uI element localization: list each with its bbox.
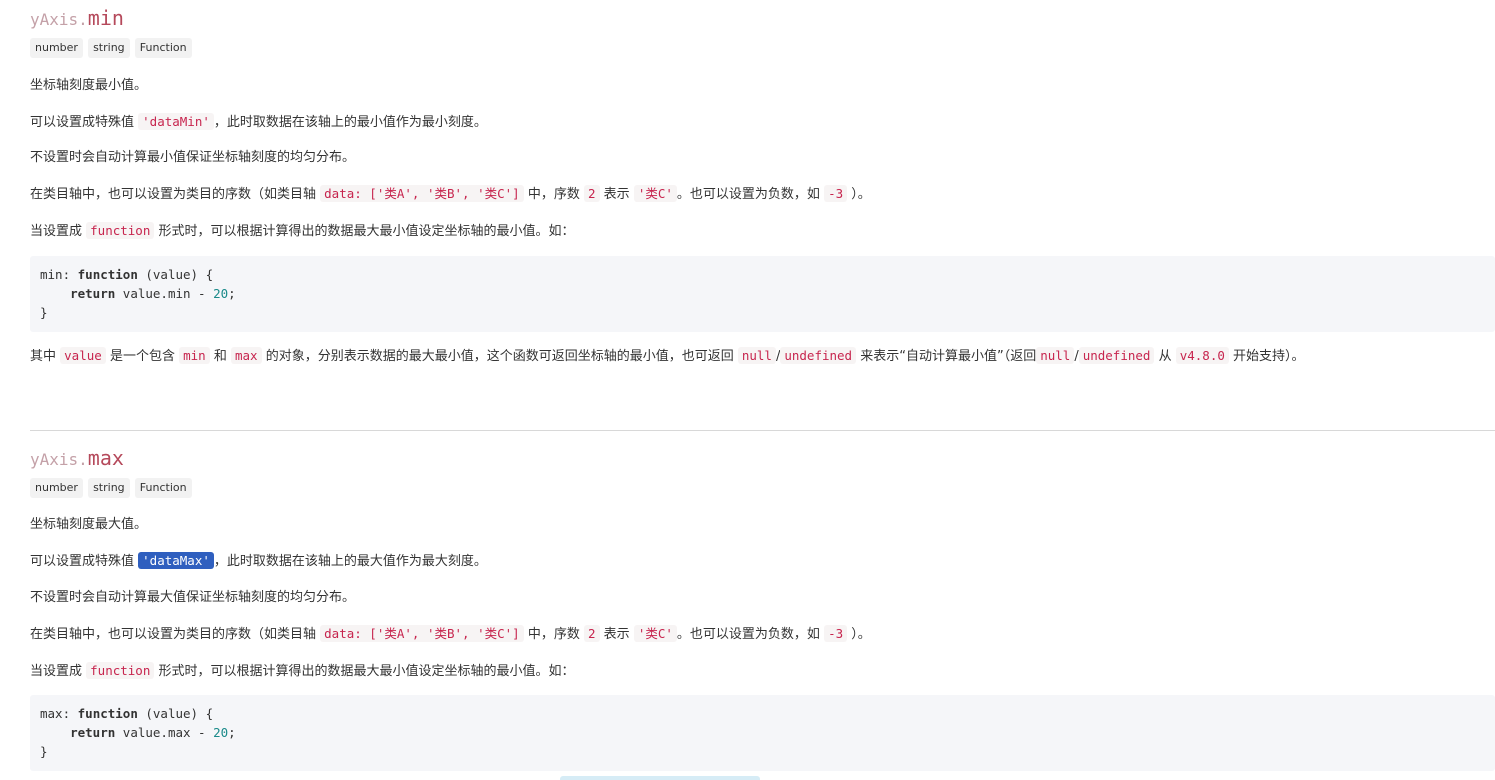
inline-code: data: ['类A', '类B', '类C']: [320, 625, 524, 642]
paragraph-text: 不设置时会自动计算最小值保证坐标轴刻度的均匀分布。: [30, 150, 356, 165]
code-number: 20: [213, 286, 229, 301]
paragraph-text: ，此时取数据在该轴上的最小值作为最小刻度。: [213, 115, 487, 130]
code-keyword: function: [77, 267, 138, 282]
code-text: ;: [228, 725, 236, 740]
code-text: min:: [40, 267, 78, 282]
code-keyword: return: [70, 286, 116, 301]
paragraph-text: 坐标轴刻度最大值。: [30, 517, 148, 532]
description-paragraph: 可以设置成特殊值 'dataMax' ，此时取数据在该轴上的最大值作为最大刻度。: [30, 551, 487, 572]
code-text: max:: [40, 706, 78, 721]
paragraph-text: 形式时，可以根据计算得出的数据最大最小值设定坐标轴的最小值。如：: [158, 224, 575, 239]
inline-code: v4.8.0: [1175, 347, 1229, 364]
code-keyword: function: [77, 706, 138, 721]
paragraph-text: 坐标轴刻度最小值。: [30, 78, 148, 93]
description-paragraph: 当设置成 function 形式时，可以根据计算得出的数据最大最小值设定坐标轴的…: [30, 661, 575, 682]
paragraph-text: 中，序数: [527, 627, 580, 642]
scroll-hint-bar[interactable]: [560, 776, 760, 780]
paragraph-text: 不设置时会自动计算最大值保证坐标轴刻度的均匀分布。: [30, 590, 356, 605]
paragraph-text: 表示: [603, 187, 630, 202]
paragraph-text: 当设置成: [30, 664, 83, 679]
paragraph-text: ）。: [851, 627, 871, 642]
paragraph-text: ，此时取数据在该轴上的最大值作为最大刻度。: [213, 554, 487, 569]
paragraph-text: 是一个包含: [109, 349, 175, 364]
type-tag: number: [30, 478, 83, 498]
paragraph-text: 在类目轴中，也可以设置为类目的序数（如类目轴: [30, 187, 317, 202]
type-tag: Function: [134, 478, 192, 498]
paragraph-text: 形式时，可以根据计算得出的数据最大最小值设定坐标轴的最小值。如：: [158, 664, 575, 679]
code-text: }: [40, 744, 48, 759]
inline-code: function: [86, 222, 155, 239]
paragraph-text: 来表示“自动计算最小值”（返回: [860, 349, 1037, 364]
paragraph-text: 和: [213, 349, 227, 364]
paragraph-text: 。也可以设置为负数，如: [676, 627, 820, 642]
inline-code: 2: [584, 625, 600, 642]
inline-code: 'dataMin': [138, 113, 214, 130]
inline-code: -3: [824, 625, 848, 642]
inline-code: undefined: [780, 347, 857, 364]
paragraph-text: 从: [1158, 349, 1172, 364]
inline-code: undefined: [1078, 347, 1155, 364]
option-title-max[interactable]: yAxis.max: [30, 446, 1495, 472]
code-text: ;: [228, 286, 236, 301]
section-divider: [30, 430, 1495, 431]
paragraph-text: 开始支持）。: [1233, 349, 1305, 364]
code-number: 20: [213, 725, 229, 740]
option-prefix: yAxis.: [30, 10, 88, 29]
inline-code: 2: [584, 185, 600, 202]
option-name: min: [87, 6, 124, 30]
inline-code: data: ['类A', '类B', '类C']: [320, 185, 524, 202]
inline-code: null: [1036, 347, 1075, 364]
description-paragraph: 当设置成 function 形式时，可以根据计算得出的数据最大最小值设定坐标轴的…: [30, 221, 575, 242]
description-paragraph: 坐标轴刻度最小值。: [30, 76, 147, 96]
inline-code: value: [60, 347, 106, 364]
paragraph-text: 。也可以设置为负数，如: [676, 187, 820, 202]
description-paragraph: 在类目轴中，也可以设置为类目的序数（如类目轴 data: ['类A', '类B'…: [30, 624, 871, 645]
code-text: }: [40, 305, 48, 320]
description-paragraph: 不设置时会自动计算最大值保证坐标轴刻度的均匀分布。: [30, 588, 355, 608]
inline-code: min: [179, 347, 210, 364]
inline-code: null: [737, 347, 776, 364]
type-tag: Function: [134, 38, 192, 58]
description-paragraph: 可以设置成特殊值 'dataMin' ，此时取数据在该轴上的最小值作为最小刻度。: [30, 112, 487, 133]
option-section-min: yAxis.min number string Function 坐标轴刻度最小…: [30, 6, 1495, 386]
paragraph-text: ）。: [851, 187, 871, 202]
description-paragraph: 坐标轴刻度最大值。: [30, 515, 147, 535]
paragraph-text: 其中: [30, 349, 57, 364]
description-paragraph: 在类目轴中，也可以设置为类目的序数（如类目轴 data: ['类A', '类B'…: [30, 184, 871, 205]
description-paragraph: 其中 value 是一个包含 min 和 max 的对象，分别表示数据的最大最小…: [30, 346, 1305, 367]
code-keyword: return: [70, 725, 116, 740]
paragraph-text: 在类目轴中，也可以设置为类目的序数（如类目轴: [30, 627, 317, 642]
inline-code: function: [86, 662, 155, 679]
option-name: max: [87, 446, 124, 470]
type-tag: number: [30, 38, 83, 58]
paragraph-text: 表示: [603, 627, 630, 642]
code-text: (value) {: [137, 706, 214, 721]
paragraph-text: 可以设置成特殊值: [30, 115, 135, 130]
inline-code: '类C': [633, 185, 677, 202]
description-paragraph: 不设置时会自动计算最小值保证坐标轴刻度的均匀分布。: [30, 148, 355, 168]
inline-code-selected[interactable]: 'dataMax': [138, 552, 214, 569]
option-prefix: yAxis.: [30, 450, 88, 469]
paragraph-text: 的对象，分别表示数据的最大最小值，这个函数可返回坐标轴的最小值，也可返回: [265, 349, 734, 364]
type-tags: number string Function: [30, 478, 1495, 500]
option-section-max: yAxis.max number string Function 坐标轴刻度最大…: [30, 446, 1495, 776]
code-text: value.min -: [115, 286, 214, 301]
type-tag: string: [88, 38, 130, 58]
type-tag: string: [88, 478, 130, 498]
code-text: value.max -: [115, 725, 214, 740]
paragraph-text: 中，序数: [527, 187, 580, 202]
code-block[interactable]: min: function (value) { return value.min…: [30, 256, 1495, 332]
paragraph-text: 可以设置成特殊值: [30, 554, 135, 569]
inline-code: max: [230, 347, 262, 364]
paragraph-text: 当设置成: [30, 224, 83, 239]
code-block[interactable]: max: function (value) { return value.max…: [30, 695, 1495, 771]
type-tags: number string Function: [30, 38, 1495, 60]
inline-code: -3: [824, 185, 848, 202]
code-text: (value) {: [137, 267, 214, 282]
option-title-min[interactable]: yAxis.min: [30, 6, 1495, 32]
inline-code: '类C': [633, 625, 677, 642]
